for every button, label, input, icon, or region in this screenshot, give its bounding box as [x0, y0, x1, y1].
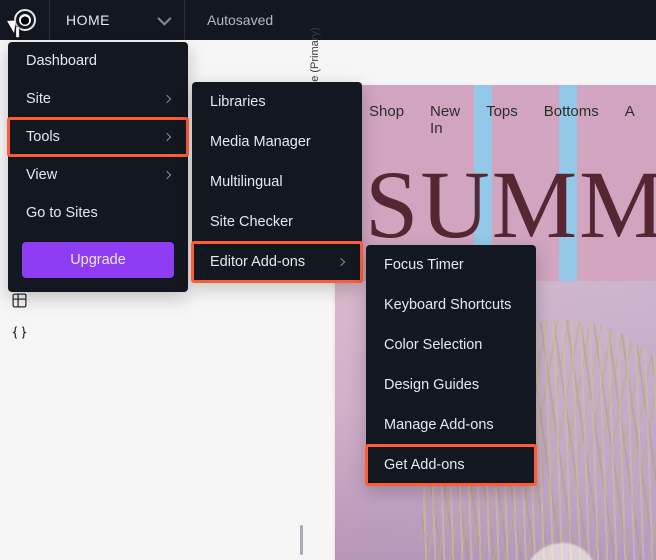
home-menu-label: HOME — [66, 12, 110, 28]
main-menu: Dashboard Site Tools View Go to Sites Up… — [8, 42, 188, 292]
chevron-right-icon — [337, 258, 345, 266]
home-menu-trigger[interactable]: HOME — [50, 0, 185, 40]
grid-icon[interactable] — [11, 292, 28, 309]
app-logo-cell[interactable] — [0, 0, 50, 40]
autosave-status: Autosaved — [185, 0, 295, 40]
addons-item-design-guides[interactable]: Design Guides — [366, 365, 536, 405]
menu-item-dashboard[interactable]: Dashboard — [8, 42, 188, 80]
addons-item-get-addons[interactable]: Get Add-ons — [366, 445, 536, 485]
chevron-right-icon — [163, 95, 171, 103]
menu-item-tools[interactable]: Tools — [8, 118, 188, 156]
upgrade-button[interactable]: Upgrade — [22, 242, 174, 278]
nav-link-bottoms[interactable]: Bottoms — [544, 103, 599, 137]
addons-item-color-selection[interactable]: Color Selection — [366, 325, 536, 365]
addons-submenu: Focus Timer Keyboard Shortcuts Color Sel… — [366, 245, 536, 485]
addons-item-manage-addons[interactable]: Manage Add-ons — [366, 405, 536, 445]
submenu-item-editor-addons[interactable]: Editor Add-ons — [192, 242, 362, 282]
chevron-right-icon — [163, 171, 171, 179]
menu-item-go-to-sites[interactable]: Go to Sites — [8, 194, 188, 232]
tools-submenu: Libraries Media Manager Multilingual Sit… — [192, 82, 362, 282]
site-nav: Shop New In Tops Bottoms A — [335, 103, 656, 137]
canvas-resize-handle[interactable] — [300, 525, 303, 555]
site-hero-title: SUMM — [365, 149, 656, 260]
nav-link-tops[interactable]: Tops — [486, 103, 518, 137]
addons-item-focus-timer[interactable]: Focus Timer — [366, 245, 536, 285]
left-rail — [0, 292, 38, 341]
top-bar: HOME Autosaved — [0, 0, 656, 40]
addons-item-keyboard-shortcuts[interactable]: Keyboard Shortcuts — [366, 285, 536, 325]
chevron-right-icon — [163, 133, 171, 141]
chevron-down-icon — [157, 12, 171, 26]
submenu-item-media-manager[interactable]: Media Manager — [192, 122, 362, 162]
submenu-item-multilingual[interactable]: Multilingual — [192, 162, 362, 202]
braces-icon[interactable] — [11, 324, 28, 341]
nav-link-new-in[interactable]: New In — [430, 103, 460, 137]
menu-item-site[interactable]: Site — [8, 80, 188, 118]
menu-item-view[interactable]: View — [8, 156, 188, 194]
submenu-item-site-checker[interactable]: Site Checker — [192, 202, 362, 242]
nav-link-shop[interactable]: Shop — [369, 103, 404, 137]
nav-link-accessories[interactable]: A — [625, 103, 635, 137]
submenu-item-libraries[interactable]: Libraries — [192, 82, 362, 122]
